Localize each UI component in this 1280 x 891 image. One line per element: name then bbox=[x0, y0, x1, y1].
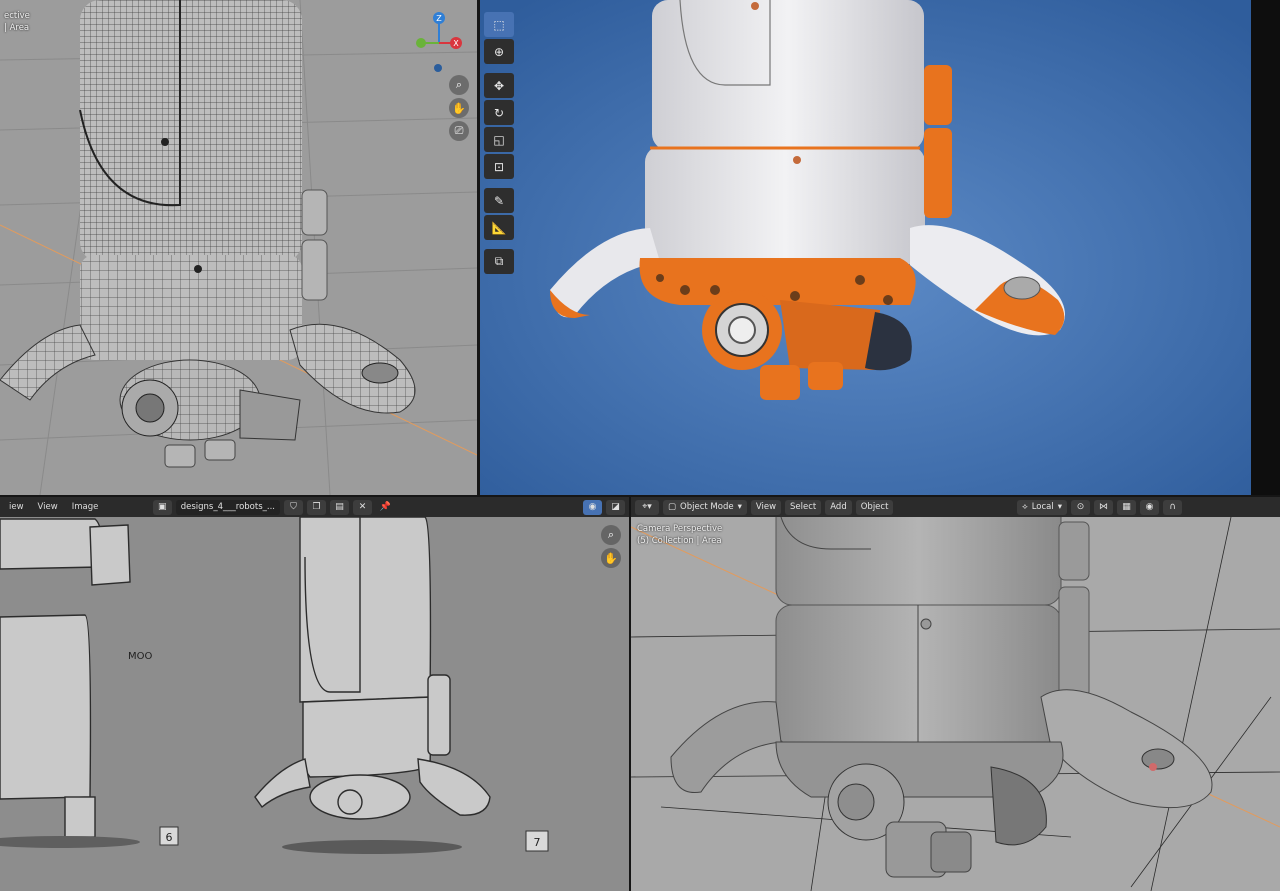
zoom-icon[interactable]: ⌕ bbox=[601, 525, 621, 545]
orientation-label: Local bbox=[1031, 502, 1054, 512]
viewport-solid[interactable]: ⌖▾ ▢ Object Mode ▾ View Select Add Objec… bbox=[631, 497, 1280, 891]
annotate-icon[interactable]: ✎ bbox=[484, 188, 514, 213]
image-editor-header: iew View Image ▣ designs_4___robots_... … bbox=[0, 497, 629, 517]
image-browse-icon[interactable]: ▣ bbox=[152, 499, 172, 515]
image-editor[interactable]: iew View Image ▣ designs_4___robots_... … bbox=[0, 497, 629, 891]
viewport-rendered[interactable]: ⬚ ⊕ ✥ ↻ ◱ ⊡ ✎ 📐 ⧉ bbox=[480, 0, 1251, 495]
mode-label: Object Mode bbox=[680, 502, 734, 512]
chevron-down-icon: ▾ bbox=[1057, 502, 1062, 512]
tool-shelf: ⬚ ⊕ ✥ ↻ ◱ ⊡ ✎ 📐 ⧉ bbox=[484, 12, 516, 274]
view-perspective-label: ective bbox=[4, 11, 30, 21]
orientation-icon: ⟡ bbox=[1022, 502, 1028, 512]
falloff-icon[interactable]: ∩ bbox=[1163, 499, 1182, 515]
transform-orientation-select[interactable]: ⟡ Local ▾ bbox=[1017, 499, 1067, 515]
fake-user-shield-icon[interactable]: ⛉ bbox=[284, 499, 303, 515]
navigation-gizmo[interactable]: Z X bbox=[404, 8, 474, 78]
measure-icon[interactable]: 📐 bbox=[484, 215, 514, 240]
mode-select[interactable]: ▢ Object Mode ▾ bbox=[663, 499, 747, 515]
proportional-edit-icon[interactable]: ◉ bbox=[1140, 499, 1159, 515]
image-menu[interactable]: Image bbox=[67, 502, 104, 512]
sketch-number-6: 6 bbox=[166, 831, 173, 844]
chevron-down-icon: ▾ bbox=[737, 502, 742, 512]
sketch-number-7: 7 bbox=[534, 836, 541, 849]
collection-label: (5) Collection | Area bbox=[637, 536, 722, 546]
snap-grid-icon[interactable]: ▦ bbox=[1117, 499, 1136, 515]
camera-perspective-label: Camera Perspective bbox=[637, 524, 723, 534]
pin-icon[interactable]: 📌 bbox=[376, 500, 395, 515]
object-mode-icon: ▢ bbox=[668, 502, 677, 512]
object-menu[interactable]: Object bbox=[855, 499, 894, 515]
scale-icon[interactable]: ◱ bbox=[484, 127, 514, 152]
gizmo-y-axis[interactable] bbox=[416, 38, 426, 48]
viewport-header: ⌖▾ ▢ Object Mode ▾ View Select Add Objec… bbox=[631, 497, 1280, 517]
gizmo-z-label: Z bbox=[436, 14, 442, 23]
cursor-icon[interactable]: ⊕ bbox=[484, 39, 514, 64]
select-box-icon[interactable]: ⬚ bbox=[484, 12, 514, 37]
display-channels-icon[interactable]: ◪ bbox=[606, 499, 625, 515]
editor-type-icon[interactable]: ⌖▾ bbox=[635, 499, 659, 515]
transform-icon[interactable]: ⊡ bbox=[484, 154, 514, 179]
add-cube-icon[interactable]: ⧉ bbox=[484, 249, 514, 274]
zoom-icon[interactable]: ⌕ bbox=[449, 75, 469, 95]
concept-sketch: MOO 6 7 bbox=[0, 497, 629, 891]
snap-icon[interactable]: ⋈ bbox=[1094, 499, 1113, 515]
sketch-note-moo: MOO bbox=[128, 651, 152, 662]
hand-icon[interactable]: ✋ bbox=[449, 98, 469, 118]
gizmo-toggle-icon[interactable]: ◉ bbox=[583, 499, 602, 515]
collection-label: | Area bbox=[4, 23, 30, 33]
gizmo-x-label: X bbox=[453, 39, 459, 48]
open-folder-icon[interactable]: ▤ bbox=[330, 499, 349, 515]
move-icon[interactable]: ✥ bbox=[484, 73, 514, 98]
viewport-wireframe[interactable]: ective | Area Z X ⌕ ✋ ⎚ bbox=[0, 0, 477, 495]
gizmo-neg-z-axis[interactable] bbox=[434, 64, 442, 72]
duplicate-icon[interactable]: ❐ bbox=[307, 499, 326, 515]
image-name-field[interactable]: designs_4___robots_... bbox=[175, 499, 280, 515]
add-menu[interactable]: Add bbox=[825, 499, 852, 515]
view-menu[interactable]: View bbox=[750, 499, 782, 515]
rotate-icon[interactable]: ↻ bbox=[484, 100, 514, 125]
rendered-scene bbox=[480, 0, 1251, 495]
view-menu[interactable]: View bbox=[33, 502, 63, 512]
viewport-sidebar-edge bbox=[1251, 0, 1280, 495]
solid-scene bbox=[631, 497, 1280, 891]
hand-icon[interactable]: ✋ bbox=[601, 548, 621, 568]
camera-icon[interactable]: ⎚ bbox=[449, 121, 469, 141]
menu-partial[interactable]: iew bbox=[4, 502, 29, 512]
select-menu[interactable]: Select bbox=[785, 499, 822, 515]
close-icon[interactable]: ✕ bbox=[353, 499, 372, 515]
pivot-icon[interactable]: ⊙ bbox=[1071, 499, 1090, 515]
